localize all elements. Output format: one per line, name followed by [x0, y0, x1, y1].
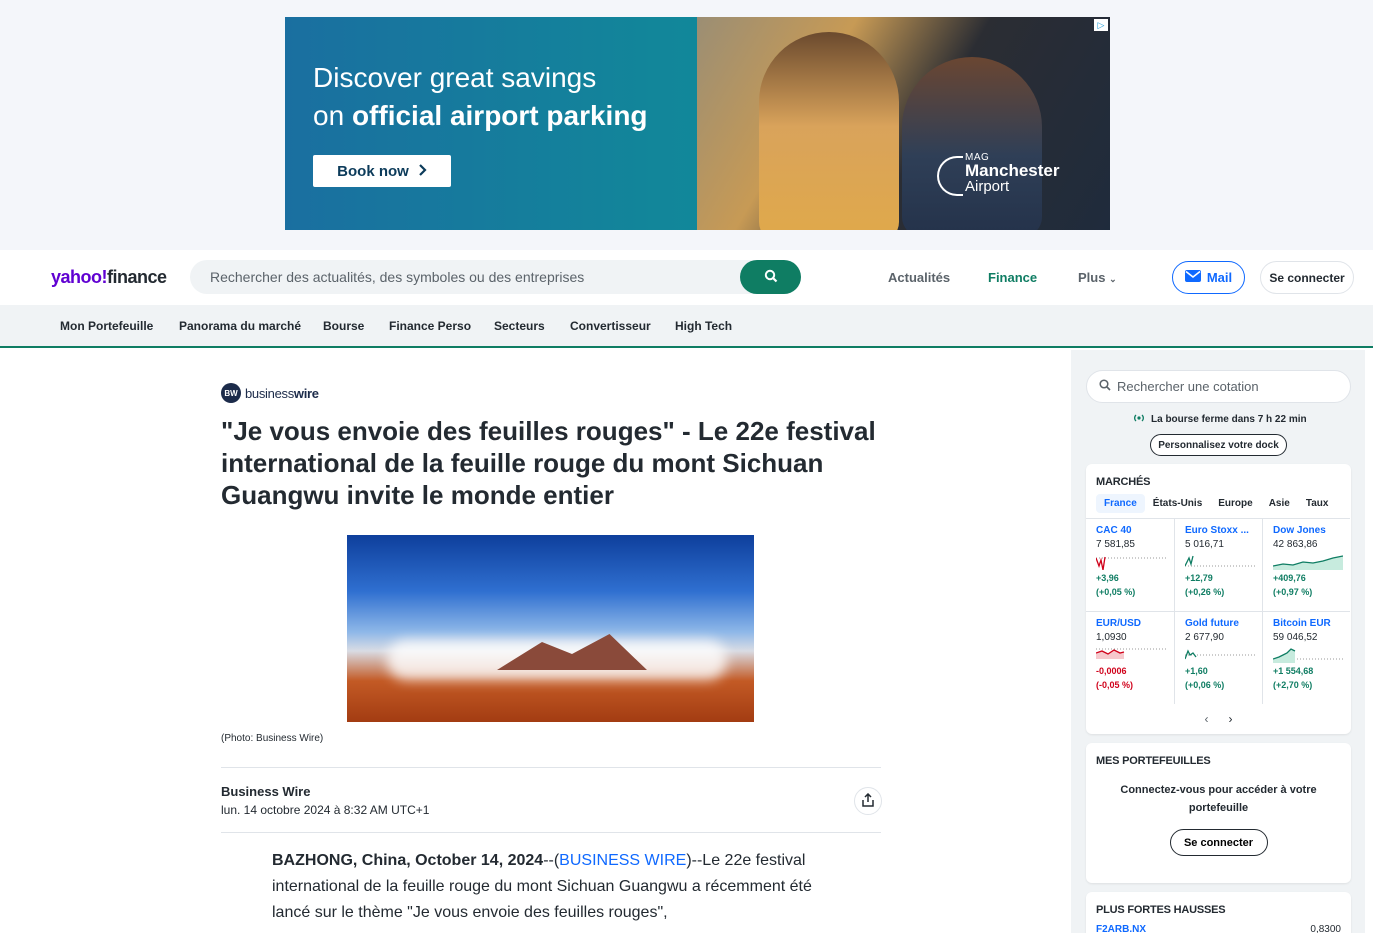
portfolio-sign-in-button[interactable]: Se connecter: [1169, 829, 1268, 856]
subnav-secteurs[interactable]: Secteurs: [494, 319, 545, 333]
portfolio-card: MES PORTEFEUILLES Connectez-vous pour ac…: [1086, 743, 1351, 883]
article-date: lun. 14 octobre 2024 à 8:32 AM UTC+1: [221, 803, 430, 817]
article-byline: Business Wire: [221, 784, 311, 799]
site-header: yahoo!finance Actualités Finance Plus ⌄ …: [0, 250, 1373, 305]
mail-button[interactable]: Mail: [1172, 261, 1245, 294]
chevron-left-icon[interactable]: ‹: [1204, 712, 1208, 726]
subnav-high-tech[interactable]: High Tech: [675, 319, 732, 333]
top-gainers-title: PLUS FORTES HAUSSES: [1096, 904, 1226, 916]
quote-cell[interactable]: Gold future 2 677,90 +1,60 (+0,06 %): [1174, 611, 1262, 704]
markets-title: MARCHÉS: [1096, 476, 1151, 488]
gainer-row[interactable]: F2ARB.NX 0,8300: [1086, 916, 1351, 933]
sparkline-chart: [1185, 649, 1255, 660]
markets-pager: ‹ ›: [1086, 712, 1351, 726]
ad-choices-icon[interactable]: ▷: [1094, 19, 1108, 31]
share-button[interactable]: [854, 787, 882, 815]
chevron-right-icon[interactable]: ›: [1229, 712, 1233, 726]
article-photo[interactable]: [347, 535, 754, 722]
ad-headline: Discover great savings on official airpo…: [313, 62, 648, 131]
top-gainers-card: PLUS FORTES HAUSSES F2ARB.NX 0,8300: [1086, 892, 1351, 933]
ad-photo: [697, 17, 1110, 230]
chevron-down-icon: ⌄: [1109, 274, 1117, 284]
business-wire-link[interactable]: BUSINESS WIRE: [559, 852, 686, 869]
sparkline-chart: [1096, 556, 1166, 570]
sparkline-chart: [1185, 555, 1255, 567]
quote-cell[interactable]: CAC 40 7 581,85 +3,96 (+0,05 %): [1086, 518, 1174, 611]
business-wire-logo[interactable]: BW businesswire: [221, 383, 881, 403]
market-signal-icon: [1133, 412, 1145, 427]
sparkline-chart: [1096, 648, 1166, 659]
nav-plus[interactable]: Plus ⌄: [1078, 270, 1117, 285]
sign-in-button[interactable]: Se connecter: [1260, 261, 1354, 294]
subnav-bourse[interactable]: Bourse: [323, 319, 364, 333]
nav-finance[interactable]: Finance: [988, 270, 1037, 285]
tab-europe[interactable]: Europe: [1210, 494, 1260, 513]
share-icon: [861, 792, 875, 810]
customize-dock-button[interactable]: Personnalisez votre dock: [1150, 434, 1287, 456]
ad-zone: Discover great savings on official airpo…: [0, 0, 1373, 250]
search-icon: [764, 269, 778, 286]
tab-france[interactable]: France: [1096, 494, 1145, 513]
portfolio-title: MES PORTEFEUILLES: [1096, 755, 1211, 767]
article-body: BAZHONG, China, October 14, 2024--(BUSIN…: [272, 852, 812, 921]
sub-navigation: Mon Portefeuille Panorama du marché Bour…: [0, 305, 1373, 348]
advertisement-banner[interactable]: Discover great savings on official airpo…: [285, 17, 1110, 230]
quote-search-input[interactable]: Rechercher une cotation: [1086, 370, 1351, 403]
quote-cell[interactable]: Bitcoin EUR 59 046,52 +1 554,68 (+2,70 %…: [1262, 611, 1350, 704]
portfolio-message: Connectez-vous pour accéder à votre port…: [1120, 784, 1317, 814]
subnav-convertisseur[interactable]: Convertisseur: [570, 319, 651, 333]
yahoo-finance-logo[interactable]: yahoo!finance: [51, 267, 167, 288]
quote-cell[interactable]: Euro Stoxx ... 5 016,71 +12,79 (+0,26 %): [1174, 518, 1262, 611]
market-status: La bourse ferme dans 7 h 22 min: [1133, 412, 1307, 427]
search-button[interactable]: [740, 260, 801, 294]
article: BW businesswire "Je vous envoie des feui…: [221, 383, 882, 921]
search-icon: [1099, 379, 1111, 394]
tab-asie[interactable]: Asie: [1261, 494, 1298, 513]
sparkline-chart: [1273, 648, 1343, 663]
book-now-button[interactable]: Book now: [313, 155, 451, 187]
tab-etats-unis[interactable]: États-Unis: [1145, 494, 1210, 513]
quote-cell[interactable]: Dow Jones 42 863,86 +409,76 (+0,97 %): [1262, 518, 1350, 611]
search-input[interactable]: [190, 260, 730, 294]
quote-cell[interactable]: EUR/USD 1,0930 -0,0006 (-0,05 %): [1086, 611, 1174, 704]
search-bar: [190, 260, 801, 294]
chevron-right-icon: [419, 163, 427, 180]
gainer-symbol[interactable]: F2ARB.NX: [1096, 924, 1146, 933]
sidebar: Rechercher une cotation La bourse ferme …: [1071, 350, 1365, 933]
markets-tabs: France États-Unis Europe Asie Taux: [1096, 494, 1351, 513]
subnav-panorama[interactable]: Panorama du marché: [179, 319, 301, 333]
photo-caption: (Photo: Business Wire): [221, 733, 324, 744]
markets-card: MARCHÉS France États-Unis Europe Asie Ta…: [1086, 464, 1351, 734]
tab-taux[interactable]: Taux: [1298, 494, 1337, 513]
nav-actualites[interactable]: Actualités: [888, 270, 950, 285]
subnav-finance-perso[interactable]: Finance Perso: [389, 319, 471, 333]
divider: [221, 767, 881, 768]
mail-icon: [1184, 270, 1201, 285]
gainer-value: 0,8300: [1310, 924, 1341, 933]
sparkline-chart: [1273, 555, 1343, 570]
divider: [221, 832, 881, 833]
manchester-airport-logo: MAG Manchester Airport: [937, 152, 1059, 196]
subnav-mon-portefeuille[interactable]: Mon Portefeuille: [60, 319, 153, 333]
article-title: "Je vous envoie des feuilles rouges" - L…: [221, 416, 876, 510]
